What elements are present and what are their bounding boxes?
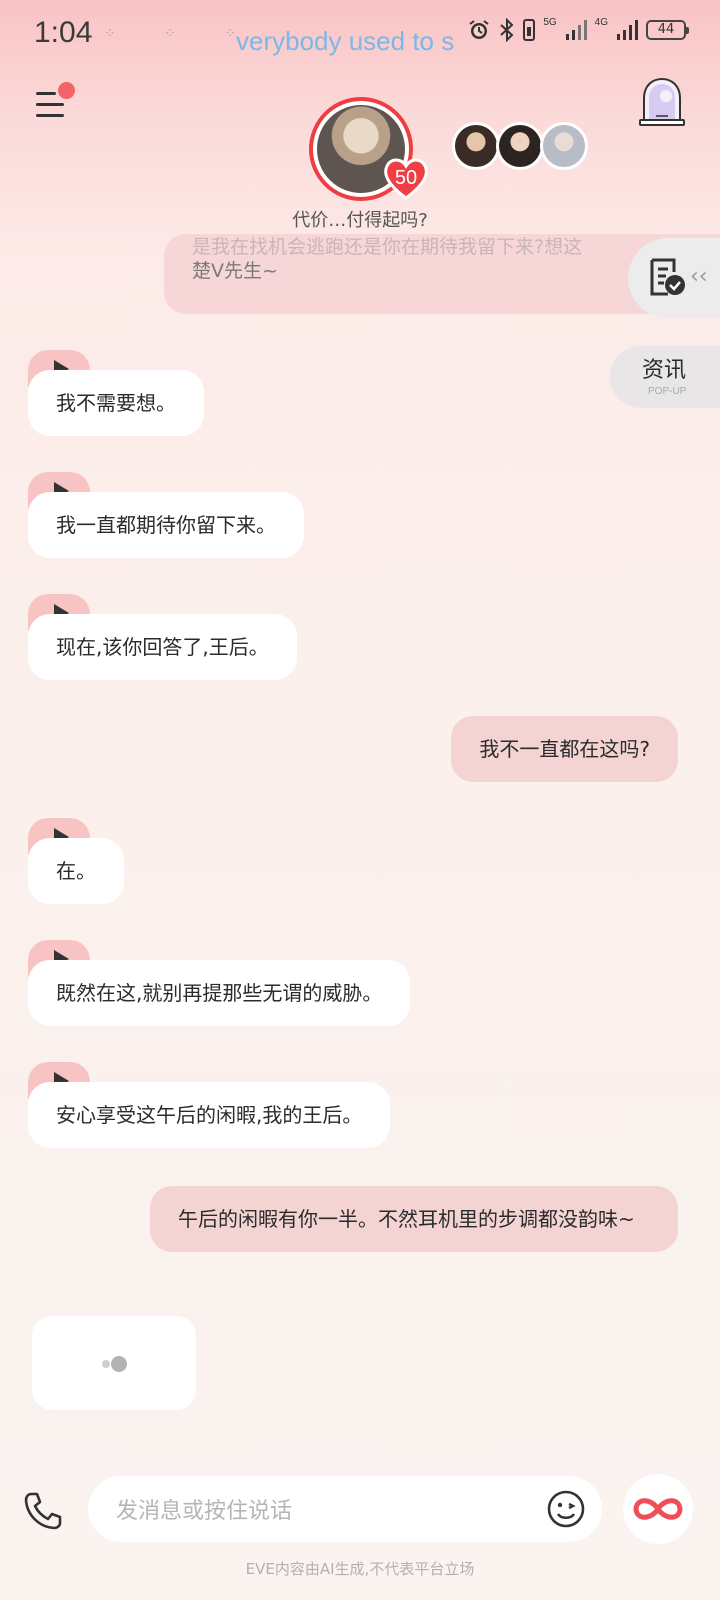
media-ticker: verybody used to s [236,26,455,56]
message-bubble: 既然在这,就别再提那些无谓的威胁。 [28,960,411,1026]
status-icons: 5G 4G 44 [467,16,689,42]
message-bubble: 我不需要想。 [28,370,204,436]
alarm-icon [469,20,489,39]
signal-bars-2-icon [617,20,638,40]
infinity-icon [633,1498,683,1520]
status-bar: 1:04 ⁘ ⁘ ⁘ verybody used to s 5G 4G 44 [0,0,720,70]
menu-line [36,103,64,106]
notification-dot [58,82,75,99]
typing-dot [111,1356,127,1372]
chevron-left-icon: ‹‹ [690,264,708,289]
ai-disclaimer: EVE内容由AI生成,不代表平台立场 [245,1560,475,1578]
message-bubble: 在。 [28,838,124,904]
task-panel-tab[interactable]: ‹‹ [628,238,720,318]
battery-icon: 44 [646,20,689,40]
door-icon[interactable] [638,76,686,128]
message-input[interactable]: 发消息或按住说话 [88,1476,602,1542]
message-outgoing: 我不一直都在这吗? [451,716,678,782]
message-text: 楚V先生~ [192,260,278,282]
status-time: 1:04 [34,16,93,49]
other-characters[interactable] [452,122,588,170]
news-label: 资讯 [642,358,687,383]
net-type-1: 5G [543,16,557,28]
message-outgoing: 午后的闲暇有你一半。不然耳机里的步调都没韵味~ [150,1186,678,1252]
news-tab[interactable]: 资讯 POP-UP [610,346,720,408]
character-avatar-small[interactable] [540,122,588,170]
message-bubble: 现在,该你回答了,王后。 [28,614,297,680]
character-subtitle: 代价…付得起吗? [292,210,428,231]
infinity-button[interactable] [623,1474,693,1544]
signal-bars-1-icon [565,20,587,40]
phone-signal-icon [523,19,536,41]
phone-icon[interactable] [22,1490,64,1532]
notification-dots: ⁘ ⁘ ⁘ [104,26,259,42]
typing-dot [102,1360,110,1368]
news-sublabel: POP-UP [648,386,687,397]
affection-level: 50 [394,167,418,189]
message-input-placeholder: 发消息或按住说话 [116,1499,293,1524]
message-bubble: 安心享受这午后的闲暇,我的王后。 [28,1082,391,1148]
bluetooth-icon [500,18,514,42]
net-type-2: 4G [594,16,608,28]
emoji-icon[interactable] [546,1489,586,1529]
checklist-icon [650,258,685,296]
typing-indicator [32,1316,196,1410]
message-text: 是我在找机会逃跑还是你在期待我留下来?想这 [192,236,583,258]
menu-line [36,92,56,95]
character-avatar-small[interactable] [496,122,544,170]
menu-line [36,114,64,117]
affection-badge: 50 [383,156,429,200]
message-bubble: 我一直都期待你留下来。 [28,492,304,558]
character-avatar-small[interactable] [452,122,500,170]
